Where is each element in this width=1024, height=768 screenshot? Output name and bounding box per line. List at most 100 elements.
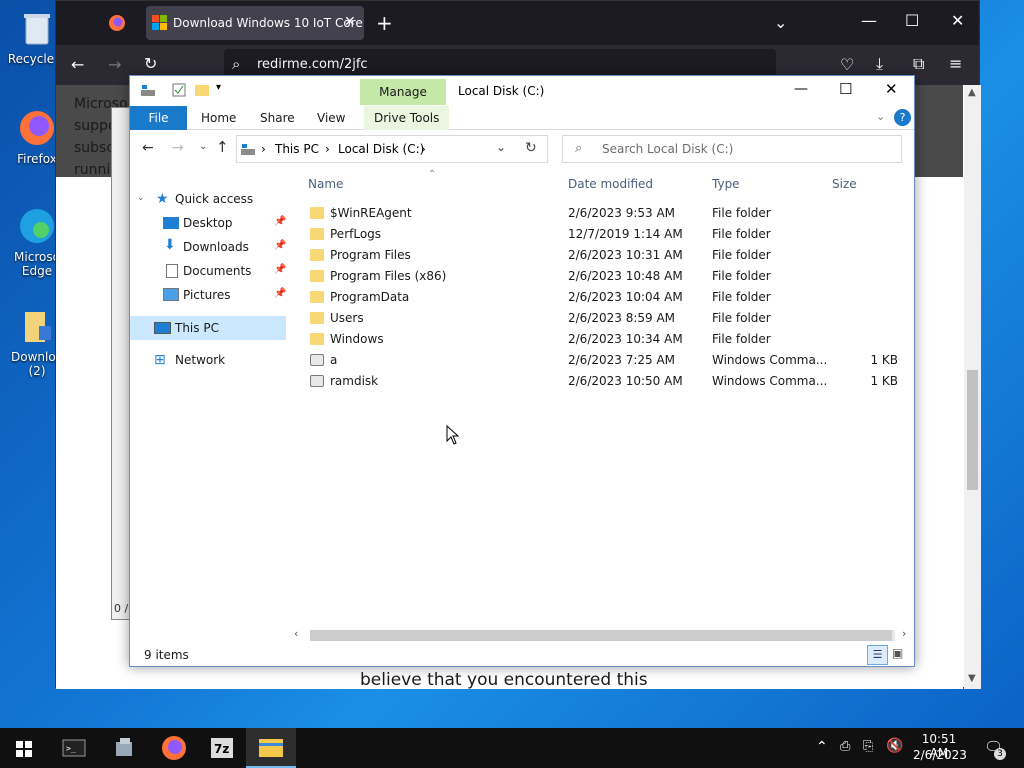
column-header-type[interactable]: Type xyxy=(712,177,740,191)
help-icon[interactable]: ? xyxy=(894,109,911,126)
desktop-icon xyxy=(163,217,179,229)
large-icons-view-icon[interactable]: ▣ xyxy=(892,646,903,660)
back-arrow-icon[interactable]: ← xyxy=(142,140,154,156)
ribbon-tab-home[interactable]: Home xyxy=(191,106,246,130)
search-input[interactable]: ⌕ Search Local Disk (C:) xyxy=(562,135,902,163)
ribbon-tab-manage[interactable]: Manage xyxy=(360,79,446,105)
file-name: $WinREAgent xyxy=(330,206,412,220)
breadcrumb-local-disk[interactable]: Local Disk (C:) xyxy=(338,142,424,156)
browser-tab[interactable]: Download Windows 10 IoT Core ✕ xyxy=(146,6,364,40)
file-row[interactable]: Users 2/6/2023 8:59 AM File folder xyxy=(306,308,906,329)
volume-muted-icon[interactable]: 🔇 xyxy=(886,738,903,754)
address-dropdown-icon[interactable]: ⌄ xyxy=(496,140,506,154)
back-arrow-icon[interactable]: ← xyxy=(71,57,84,73)
recent-locations-icon[interactable]: ⌄ xyxy=(199,141,207,152)
pin-icon[interactable]: 📌 xyxy=(274,240,286,251)
7zip-icon[interactable]: 7z xyxy=(208,734,236,762)
minimize-icon[interactable]: — xyxy=(861,13,877,29)
scroll-left-icon[interactable]: ‹ xyxy=(294,627,298,640)
nav-item-this-pc[interactable]: This PC xyxy=(175,317,219,339)
close-icon[interactable]: ✕ xyxy=(344,14,356,30)
close-icon[interactable]: ✕ xyxy=(951,13,964,29)
chevron-down-icon[interactable]: ⌄ xyxy=(774,15,787,31)
file-name: Windows xyxy=(330,332,384,346)
forward-arrow-icon[interactable]: → xyxy=(172,140,184,156)
status-item-count: 9 items xyxy=(144,648,189,662)
file-row[interactable]: Program Files 2/6/2023 10:31 AM File folde… xyxy=(306,245,906,266)
minimize-icon[interactable]: — xyxy=(794,81,808,97)
quick-access-toolbar-dropdown-icon[interactable]: ▾ xyxy=(216,82,221,93)
column-headers: ⌃ Name Date modified Type Size xyxy=(306,169,906,199)
nav-item-pictures[interactable]: Pictures xyxy=(183,284,231,306)
new-folder-icon[interactable] xyxy=(195,84,209,99)
properties-icon[interactable] xyxy=(172,83,186,100)
show-hidden-icons-icon[interactable]: ⌃ xyxy=(816,739,828,755)
file-row[interactable]: $WinREAgent 2/6/2023 9:53 AM File folder xyxy=(306,203,906,224)
refresh-icon[interactable]: ↻ xyxy=(525,140,537,156)
extensions-icon[interactable]: ⧉ xyxy=(913,56,924,72)
scroll-up-icon[interactable]: ▲ xyxy=(968,87,976,98)
address-bar[interactable]: › This PC › Local Disk (C:) › ⌄ ↻ xyxy=(236,135,548,163)
scrollbar-thumb[interactable] xyxy=(310,630,892,641)
pin-icon[interactable]: 📌 xyxy=(274,288,286,299)
column-header-name[interactable]: Name xyxy=(308,177,343,191)
meet-now-icon[interactable]: ⎙ xyxy=(840,739,850,754)
file-row[interactable]: PerfLogs 12/7/2019 1:14 AM File folder xyxy=(306,224,906,245)
ribbon-tab-drive-tools[interactable]: Drive Tools xyxy=(364,106,450,130)
pin-icon[interactable]: 📌 xyxy=(274,264,286,275)
network-icon: ⊞ xyxy=(154,352,166,368)
ribbon-tab-view[interactable]: View xyxy=(307,106,355,130)
reload-icon[interactable]: ↻ xyxy=(144,56,157,72)
nav-item-quick-access[interactable]: Quick access xyxy=(175,188,253,210)
file-type: File folder xyxy=(712,311,771,325)
file-row[interactable]: Program Files (x86) 2/6/2023 10:48 AM File… xyxy=(306,266,906,287)
firefox-menu-icon[interactable] xyxy=(108,14,126,35)
scrollbar-thumb[interactable] xyxy=(967,370,978,490)
firefox-icon[interactable] xyxy=(160,734,188,762)
nav-item-network[interactable]: Network xyxy=(175,349,225,371)
maximize-icon[interactable]: ☐ xyxy=(839,80,852,98)
folder-icon xyxy=(310,228,324,240)
nav-item-desktop[interactable]: Desktop xyxy=(183,212,233,234)
download-icon[interactable]: ⤓ xyxy=(876,56,883,72)
pin-icon[interactable]: 📌 xyxy=(274,216,286,227)
maximize-icon[interactable]: ☐ xyxy=(905,13,919,29)
scroll-right-icon[interactable]: › xyxy=(902,627,906,640)
ribbon-tab-share[interactable]: Share xyxy=(250,106,305,130)
new-tab-icon[interactable]: + xyxy=(376,13,393,33)
column-header-date-modified[interactable]: Date modified xyxy=(568,177,653,191)
file-name: PerfLogs xyxy=(330,227,382,241)
hamburger-menu-icon[interactable]: ≡ xyxy=(949,56,962,72)
file-row[interactable]: ramdisk 2/6/2023 10:50 AM Windows Comma...… xyxy=(306,371,906,392)
taskbar-file-explorer-active[interactable] xyxy=(246,728,296,768)
column-header-size[interactable]: Size xyxy=(832,177,857,191)
file-name: a xyxy=(330,353,338,367)
clock-date[interactable]: 2/6/2023 xyxy=(913,748,967,762)
details-view-icon[interactable]: ☰ xyxy=(867,645,888,665)
expand-ribbon-icon[interactable]: ⌄ xyxy=(876,110,885,123)
file-explorer-window: ▾ Manage Local Disk (C:) — ☐ ✕ File Home… xyxy=(129,75,915,667)
network-tray-icon[interactable]: ⎘ xyxy=(863,739,873,754)
forward-arrow-icon[interactable]: → xyxy=(108,57,121,73)
file-row[interactable]: a 2/6/2023 7:25 AM Windows Comma... 1 KB xyxy=(306,350,906,371)
file-row[interactable]: Windows 2/6/2023 10:34 AM File folder xyxy=(306,329,906,350)
ribbon-tabs: File Home Share View Drive Tools ⌄ ? xyxy=(130,106,914,130)
file-type: File folder xyxy=(712,269,771,283)
nav-item-documents[interactable]: Documents xyxy=(183,260,251,282)
windows-start-icon[interactable] xyxy=(10,734,38,762)
back-window-status: 0 / xyxy=(114,602,129,615)
pocket-icon[interactable]: ♡ xyxy=(840,57,854,73)
breadcrumb-this-pc[interactable]: This PC xyxy=(275,142,319,156)
scroll-down-icon[interactable]: ▼ xyxy=(968,673,976,684)
file-date-modified: 2/6/2023 10:31 AM xyxy=(568,248,683,262)
nav-item-downloads[interactable]: Downloads xyxy=(183,236,249,258)
server-manager-icon[interactable] xyxy=(110,734,138,762)
page-scrollbar[interactable]: ▲ ▼ xyxy=(964,85,981,689)
up-arrow-icon[interactable]: ↑ xyxy=(216,138,229,156)
file-row[interactable]: ProgramData 2/6/2023 10:04 AM File folder xyxy=(306,287,906,308)
ribbon-tab-file[interactable]: File xyxy=(130,106,187,130)
collapse-arrow-icon[interactable]: ⌄ xyxy=(137,193,145,203)
close-icon[interactable]: ✕ xyxy=(885,80,898,98)
terminal-icon[interactable]: >_ xyxy=(60,734,88,762)
horizontal-scrollbar[interactable]: ‹ › xyxy=(292,627,914,644)
